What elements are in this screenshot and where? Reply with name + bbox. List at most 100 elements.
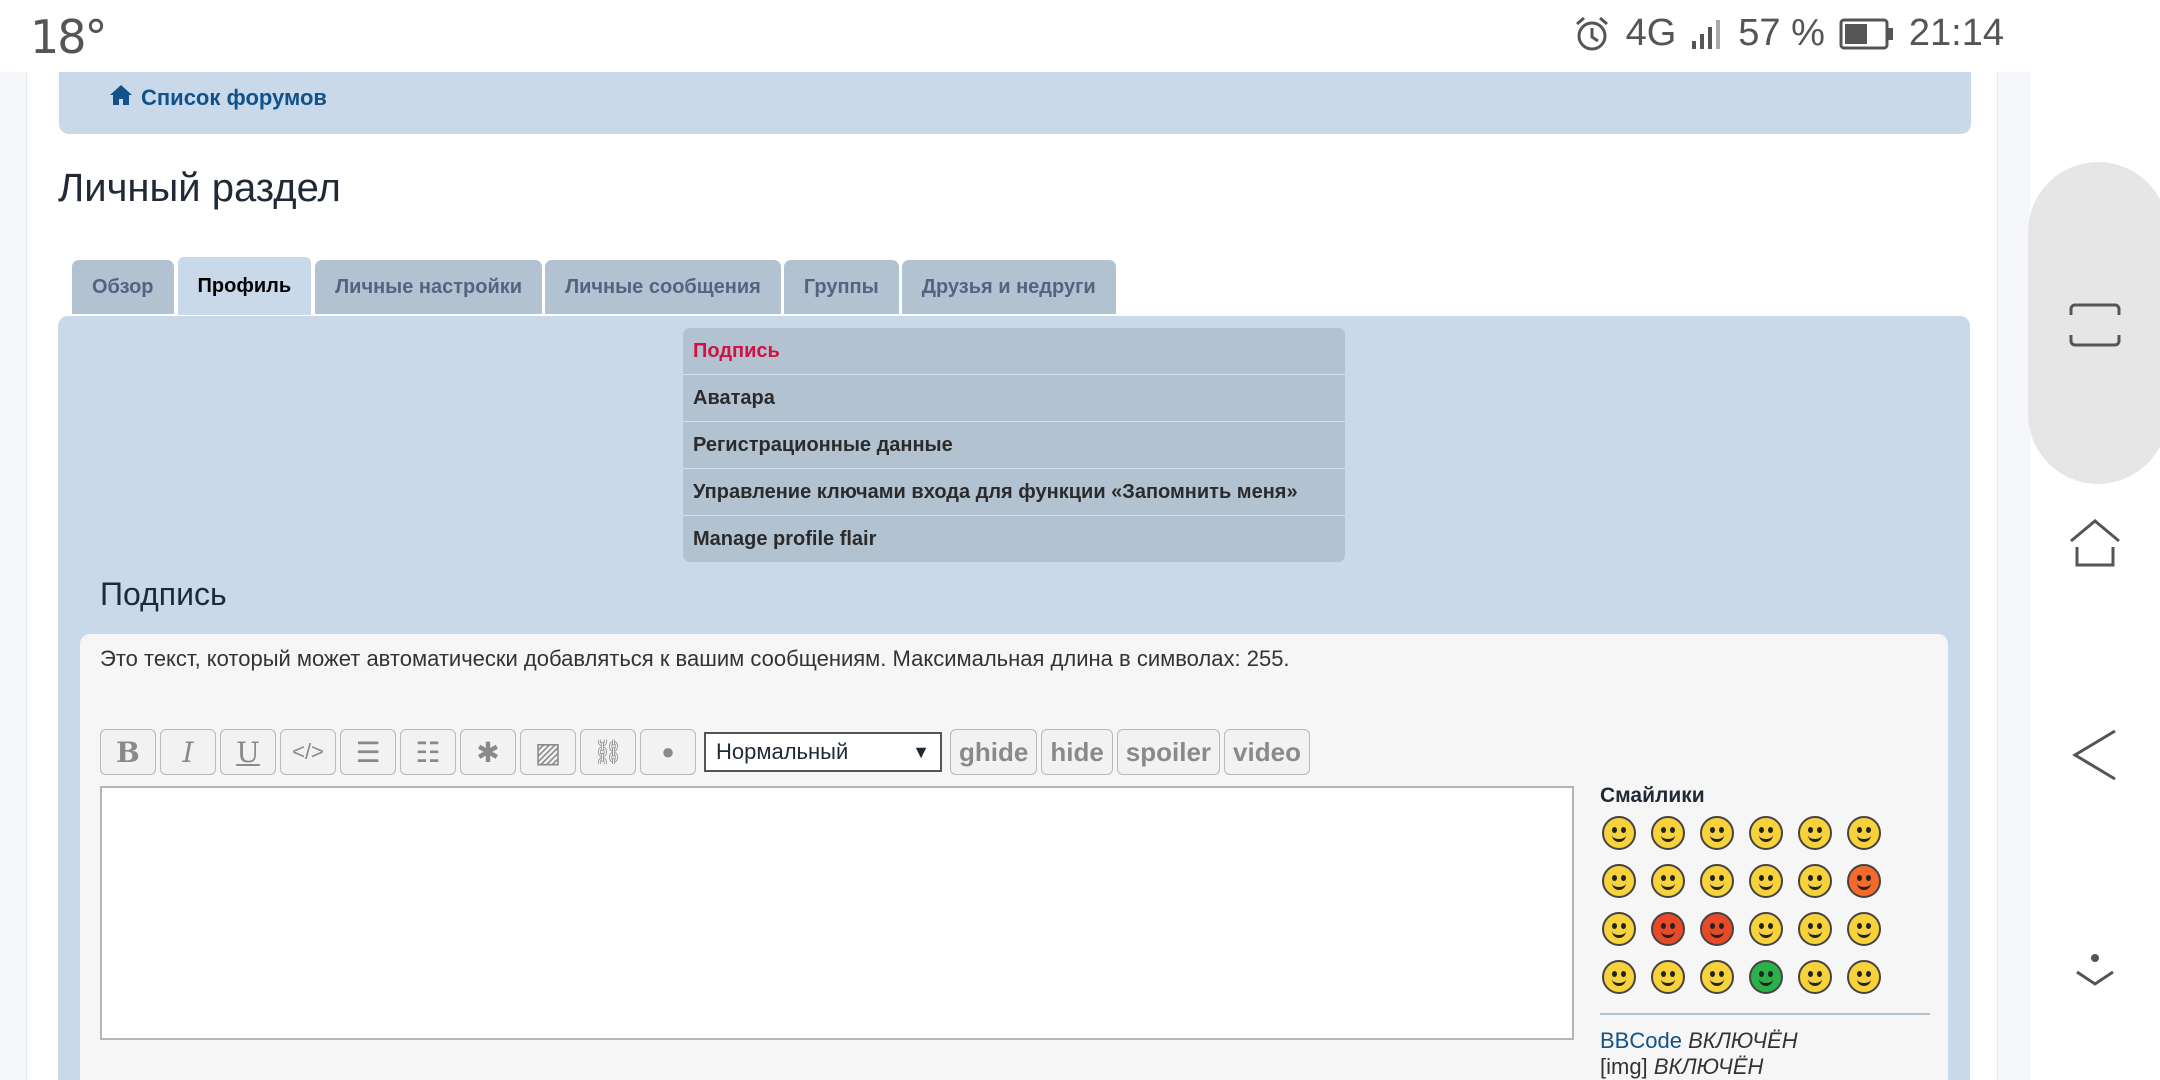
image-button[interactable]: ▨ (520, 729, 576, 775)
recents-button[interactable] (2060, 290, 2130, 360)
color-button[interactable]: ● (640, 729, 696, 775)
bold-button[interactable]: B (100, 729, 156, 775)
hide-navbar-button[interactable] (2060, 935, 2130, 1005)
smiley-mouth (1759, 881, 1773, 890)
code-icon: </> (292, 739, 324, 764)
video-button[interactable]: video (1224, 729, 1310, 775)
smiley-icon[interactable] (1749, 912, 1783, 946)
smiley-icon[interactable] (1602, 960, 1636, 994)
img-state: ВКЛЮЧЁН (1653, 1054, 1764, 1079)
smiley-mouth (1710, 881, 1724, 890)
tab-profile[interactable]: Профиль (176, 256, 313, 316)
alarm-icon (1572, 14, 1612, 54)
bbcode-status: BBCode ВКЛЮЧЁН [img] ВКЛЮЧЁН (1600, 1028, 1798, 1080)
smiley-icon[interactable] (1749, 864, 1783, 898)
smiley-mouth (1857, 929, 1871, 938)
numbered-list-icon: ☷ (415, 736, 441, 768)
submenu-profile-flair[interactable]: Manage profile flair (683, 516, 1345, 562)
img-label: [img] (1600, 1054, 1648, 1079)
smiley-mouth (1759, 929, 1773, 938)
smiley-icon[interactable] (1700, 816, 1734, 850)
smiley-icon[interactable] (1749, 816, 1783, 850)
tab-private-messages[interactable]: Личные сообщения (545, 260, 781, 314)
clock: 21:14 (1908, 12, 2004, 54)
smiley-icon[interactable] (1700, 912, 1734, 946)
link-button[interactable]: ⛓ (580, 729, 636, 775)
smiley-mouth (1661, 833, 1675, 842)
spoiler-button[interactable]: spoiler (1116, 729, 1221, 775)
smiley-mouth (1857, 977, 1871, 986)
smiley-icon[interactable] (1651, 816, 1685, 850)
editor-toolbar: B I U </> ☰ ☷ ✱ ▨ ⛓ ● Нормальный ▼ ghide… (100, 729, 1310, 775)
smiley-mouth (1710, 929, 1724, 938)
smiley-mouth (1808, 833, 1822, 842)
forum-index-link[interactable]: Список форумов (109, 84, 327, 112)
section-title: Подпись (100, 576, 227, 612)
submenu-registration[interactable]: Регистрационные данные (683, 422, 1345, 469)
droplet-icon: ● (661, 739, 675, 764)
smiley-icon[interactable] (1847, 960, 1881, 994)
tab-preferences[interactable]: Личные настройки (315, 260, 543, 314)
smiley-icon[interactable] (1847, 816, 1881, 850)
smiley-mouth (1612, 977, 1626, 986)
tab-overview[interactable]: Обзор (72, 260, 174, 314)
smiley-icon[interactable] (1798, 864, 1832, 898)
bbcode-state: ВКЛЮЧЁН (1688, 1028, 1798, 1053)
home-button[interactable] (2060, 508, 2130, 578)
smiley-icon[interactable] (1798, 816, 1832, 850)
tab-label: Группы (803, 275, 879, 298)
smilies-grid (1602, 816, 1896, 994)
font-size-select[interactable]: Нормальный ▼ (704, 732, 942, 772)
smiley-icon[interactable] (1602, 912, 1636, 946)
submenu-avatar[interactable]: Аватара (683, 375, 1345, 422)
ghide-button[interactable]: ghide (950, 729, 1038, 775)
smiley-icon[interactable] (1798, 960, 1832, 994)
smiley-mouth (1612, 833, 1626, 842)
smiley-icon[interactable] (1651, 960, 1685, 994)
smiley-mouth (1759, 833, 1773, 842)
bbcode-link[interactable]: BBCode (1600, 1028, 1682, 1053)
hide-button[interactable]: hide (1041, 729, 1113, 775)
smiley-icon[interactable] (1651, 912, 1685, 946)
smiley-icon[interactable] (1700, 960, 1734, 994)
smiley-icon[interactable] (1602, 864, 1636, 898)
signature-description: Это текст, который может автоматически д… (100, 646, 1290, 671)
list-button[interactable]: ☰ (340, 729, 396, 775)
numbered-list-button[interactable]: ☷ (400, 729, 456, 775)
signature-textarea[interactable] (100, 786, 1574, 1040)
list-item-button[interactable]: ✱ (460, 729, 516, 775)
tab-groups[interactable]: Группы (783, 260, 899, 314)
ucp-tabs: Обзор Профиль Личные настройки Личные со… (72, 256, 1116, 316)
smiley-icon[interactable] (1700, 864, 1734, 898)
code-button[interactable]: </> (280, 729, 336, 775)
battery-icon (1839, 17, 1895, 51)
smiley-icon[interactable] (1847, 864, 1881, 898)
submenu-autologin-keys[interactable]: Управление ключами входа для функции «За… (683, 469, 1345, 516)
underline-button[interactable]: U (220, 729, 276, 775)
list-icon: ☰ (355, 736, 381, 768)
smiley-icon[interactable] (1798, 912, 1832, 946)
tab-label: Личные сообщения (565, 275, 761, 298)
forum-navbar: Список форумов (59, 72, 1971, 134)
font-size-value: Нормальный (716, 739, 849, 764)
smiley-mouth (1808, 881, 1822, 890)
tab-label: Личные настройки (335, 275, 523, 298)
smiley-mouth (1710, 977, 1724, 986)
submenu-signature[interactable]: Подпись (683, 328, 1345, 375)
smiley-icon[interactable] (1602, 816, 1636, 850)
page-title: Личный раздел (58, 166, 341, 210)
image-icon: ▨ (534, 736, 562, 768)
temperature: 18° (30, 10, 108, 64)
smiley-mouth (1661, 929, 1675, 938)
tab-friends-foes[interactable]: Друзья и недруги (901, 260, 1116, 314)
smiley-mouth (1612, 929, 1626, 938)
italic-button[interactable]: I (160, 729, 216, 775)
smiley-mouth (1808, 929, 1822, 938)
smiley-icon[interactable] (1847, 912, 1881, 946)
status-bar: 18° 4G 57 % 21:14 (0, 0, 2030, 72)
smiley-icon[interactable] (1749, 960, 1783, 994)
smiley-mouth (1857, 833, 1871, 842)
smiley-icon[interactable] (1651, 864, 1685, 898)
forum-index-label: Список форумов (141, 85, 327, 110)
back-button[interactable] (2060, 720, 2130, 790)
